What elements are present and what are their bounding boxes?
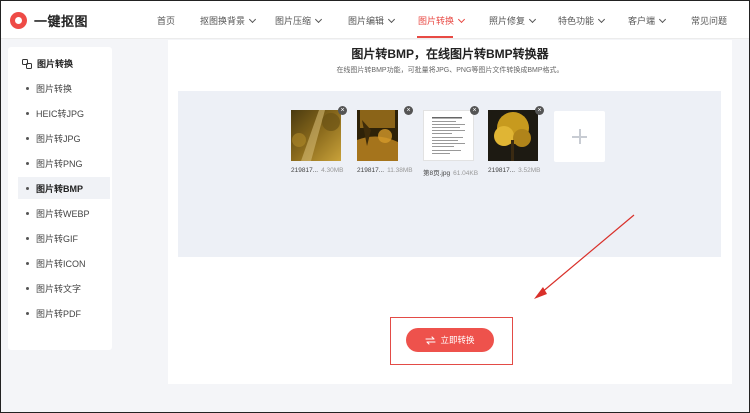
file-name: 219817... 11.38MB <box>357 167 413 174</box>
nav-home[interactable]: 首页 <box>157 14 175 27</box>
sidebar-item-to-text[interactable]: 图片转文字 <box>18 277 110 299</box>
nav-edit[interactable]: 图片编辑 <box>348 14 396 27</box>
nav-faq[interactable]: 常见问题 <box>691 14 727 27</box>
logo-icon <box>10 12 27 29</box>
sidebar: 图片转换 图片转换 HEIC转JPG 图片转JPG 图片转PNG 图片转BMP … <box>8 47 112 350</box>
chevron-down-icon <box>248 15 257 23</box>
nav-compress[interactable]: 图片压缩 <box>275 14 323 27</box>
logo[interactable]: 一键抠图 <box>10 11 88 30</box>
nav-client[interactable]: 客户端 <box>628 14 667 27</box>
nav-features[interactable]: 特色功能 <box>558 14 606 27</box>
image-thumbnail[interactable] <box>357 110 398 161</box>
active-nav-underline <box>417 36 453 38</box>
sidebar-item-heic-jpg[interactable]: HEIC转JPG <box>18 102 110 124</box>
sidebar-item-to-png[interactable]: 图片转PNG <box>18 152 110 174</box>
upload-area[interactable]: × 219817... 4.30MB × 219817... 11.38MB ×… <box>178 91 721 257</box>
chevron-down-icon <box>457 15 466 23</box>
convert-now-button[interactable]: 立即转换 <box>406 328 494 352</box>
file-item: × 219817... 4.30MB <box>291 106 361 174</box>
add-file-button[interactable] <box>554 111 605 162</box>
image-thumbnail[interactable] <box>291 110 341 161</box>
sidebar-item-to-icon[interactable]: 图片转ICON <box>18 252 110 274</box>
file-name: 第8页.jpg 61.04KB <box>423 170 479 177</box>
document-thumbnail[interactable] <box>423 110 474 161</box>
top-header: 一键抠图 首页 抠图换背景 图片压缩 图片编辑 图片转换 照片修复 特色功能 客… <box>1 1 749 39</box>
file-name: 219817... 4.30MB <box>291 167 344 174</box>
nav-convert[interactable]: 图片转换 <box>418 14 466 27</box>
remove-file-icon[interactable]: × <box>470 106 479 115</box>
chevron-down-icon <box>528 15 537 23</box>
remove-file-icon[interactable]: × <box>404 106 413 115</box>
chevron-down-icon <box>658 15 667 23</box>
sidebar-title: 图片转换 <box>22 57 73 70</box>
remove-file-icon[interactable]: × <box>535 106 544 115</box>
sidebar-item-to-gif[interactable]: 图片转GIF <box>18 227 110 249</box>
chevron-down-icon <box>387 15 396 23</box>
remove-file-icon[interactable]: × <box>338 106 347 115</box>
sidebar-item-to-webp[interactable]: 图片转WEBP <box>18 202 110 224</box>
chevron-down-icon <box>314 15 323 23</box>
file-item: × 219817... 3.52MB <box>488 106 558 174</box>
image-thumbnail[interactable] <box>488 110 538 161</box>
convert-icon <box>425 335 437 345</box>
file-item: × 219817... 11.38MB <box>357 106 427 174</box>
sidebar-item-to-jpg[interactable]: 图片转JPG <box>18 127 110 149</box>
page-title: 图片转BMP，在线图片转BMP转换器 <box>351 47 549 61</box>
nav-cutout[interactable]: 抠图换背景 <box>200 14 257 27</box>
logo-text: 一键抠图 <box>34 14 89 29</box>
sidebar-item-to-pdf[interactable]: 图片转PDF <box>18 302 110 324</box>
sidebar-item-image-convert[interactable]: 图片转换 <box>18 77 110 99</box>
convert-icon <box>22 58 32 69</box>
file-name: 219817... 3.52MB <box>488 167 541 174</box>
nav-restore[interactable]: 照片修复 <box>489 14 537 27</box>
page-subtitle: 在线图片转BMP功能，可批量将JPG、PNG等图片文件转换成BMP格式。 <box>336 67 564 74</box>
chevron-down-icon <box>597 15 606 23</box>
file-item: × 第8页.jpg 61.04KB <box>423 106 493 177</box>
sidebar-item-to-bmp[interactable]: 图片转BMP <box>18 177 110 199</box>
main-panel: 图片转BMP，在线图片转BMP转换器 在线图片转BMP功能，可批量将JPG、PN… <box>168 40 732 384</box>
